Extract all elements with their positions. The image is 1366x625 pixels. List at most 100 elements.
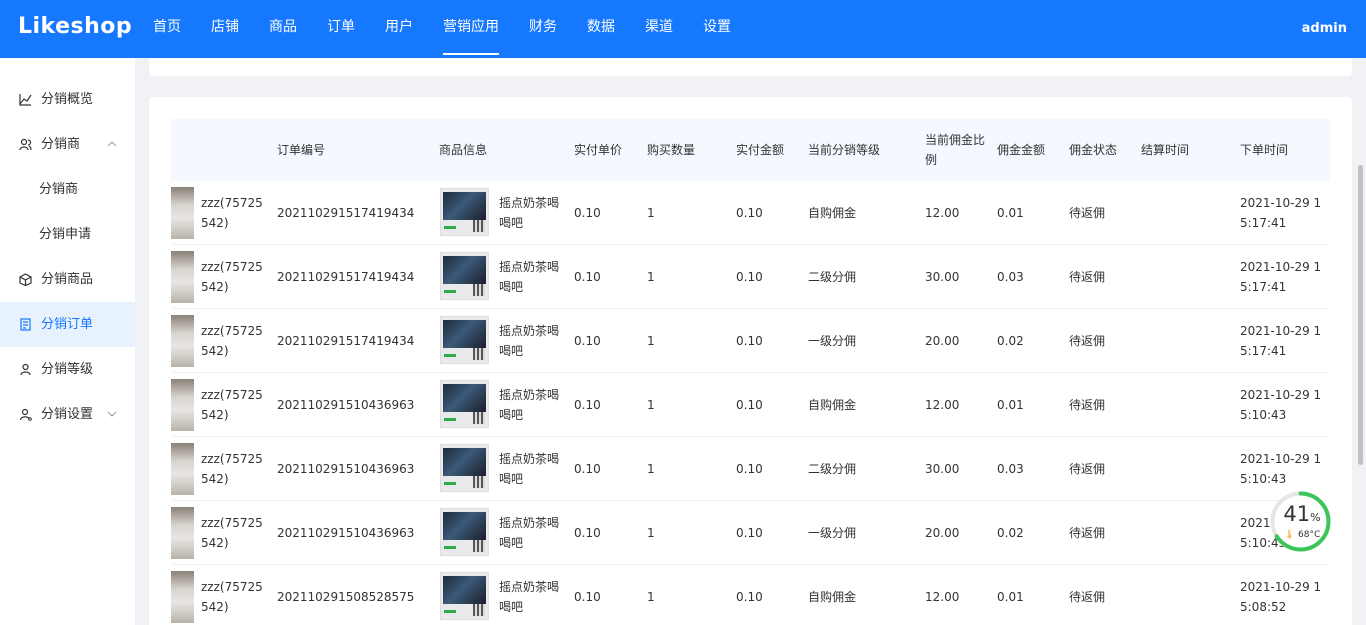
table-body: zzz(75725542) 202110291517419434 摇点奶茶喝喝吧 0.… — [171, 181, 1330, 625]
cell-order-time: 2021-10-29 15:08:52 — [1240, 580, 1322, 614]
top-bar: Likeshop 首页 店铺 商品 订单 用户 营销应用 财务 数据 渠道 设置 admin — [0, 0, 1366, 58]
sidebar-item-label: 分销申请 — [39, 227, 92, 242]
cell-level: 二级分佣 — [808, 462, 857, 476]
sidebar-item[interactable]: 分销申请 — [0, 212, 135, 257]
column-header: 佣金状态 — [1069, 143, 1118, 157]
nav-item[interactable]: 店铺 — [196, 0, 254, 58]
cell-status: 待返佣 — [1069, 334, 1106, 348]
cell-paid: 0.10 — [736, 334, 763, 348]
sidebar-item-label: 分销商品 — [41, 272, 94, 287]
cell-commission: 0.01 — [997, 590, 1024, 604]
table-row: zzz(75725542) 202110291517419434 摇点奶茶喝喝吧 0.… — [171, 309, 1330, 373]
chevron-down-icon — [107, 411, 117, 417]
cell-status: 待返佣 — [1069, 462, 1106, 476]
goods-name: 摇点奶茶喝喝吧 — [499, 388, 560, 422]
table-row: zzz(75725542) 202110291508528575 摇点奶茶喝喝吧 0.… — [171, 565, 1330, 625]
qr-code-icon — [473, 476, 485, 488]
cell-paid: 0.10 — [736, 526, 763, 540]
goods-photo — [443, 192, 486, 220]
gauge-temp-value: 68°C — [1298, 530, 1321, 540]
cell-ratio: 20.00 — [925, 334, 960, 348]
goods-tag — [444, 290, 456, 293]
gauge-temp: 🌡 68°C — [1279, 530, 1325, 540]
goods-photo — [443, 384, 486, 412]
nav-item[interactable]: 商品 — [254, 0, 312, 58]
sidebar-item[interactable]: 分销等级 — [0, 347, 135, 392]
goods-image — [440, 252, 489, 300]
sidebar-item[interactable]: 分销概览 — [0, 77, 135, 122]
cell-settle-time — [1141, 245, 1231, 309]
goods-photo — [443, 512, 486, 540]
sidebar: 分销概览 分销商 分销商 分销申请 分销商品 分销订单 分销等级 分销设置 — [0, 58, 135, 625]
gauge-percent-value: 41 — [1283, 502, 1311, 526]
sidebar-item[interactable]: 分销订单 — [0, 302, 135, 347]
cell-qty: 1 — [647, 590, 655, 604]
avatar — [171, 379, 194, 431]
goods-name: 摇点奶茶喝喝吧 — [499, 516, 560, 550]
nav-item[interactable]: 用户 — [370, 0, 428, 58]
sidebar-item-label: 分销商 — [39, 182, 79, 197]
logo[interactable]: Likeshop — [18, 14, 132, 39]
cell-ratio: 12.00 — [925, 206, 960, 220]
nav-item[interactable]: 数据 — [572, 0, 630, 58]
cell-ratio: 30.00 — [925, 270, 960, 284]
user-settings-icon — [19, 408, 32, 421]
sidebar-item[interactable]: 分销商 — [0, 122, 135, 167]
nav-item[interactable]: 财务 — [514, 0, 572, 58]
user-name: zzz(75725542) — [201, 260, 263, 294]
qr-code-icon — [473, 540, 485, 552]
qr-code-icon — [473, 412, 485, 424]
cell-price: 0.10 — [574, 270, 601, 284]
column-header: 实付金额 — [736, 143, 785, 157]
table-row: zzz(75725542) 202110291510436963 摇点奶茶喝喝吧 0.… — [171, 501, 1330, 565]
goods-image — [440, 508, 489, 556]
nav-item[interactable]: 营销应用 — [428, 0, 514, 58]
order-table: 订单编号 商品信息 实付单价 购买数量 实付金额 当前分销等级 当前佣金比例 佣金金额 佣金状态… — [171, 119, 1330, 625]
box-icon — [19, 273, 32, 286]
nav-item[interactable]: 设置 — [688, 0, 746, 58]
column-header: 当前分销等级 — [808, 143, 881, 157]
cell-order-no: 202110291510436963 — [277, 526, 415, 540]
avatar — [171, 187, 194, 239]
user-name: zzz(75725542) — [201, 196, 263, 230]
cell-settle-time — [1141, 501, 1231, 565]
user-name: zzz(75725542) — [201, 452, 263, 486]
user-name: zzz(75725542) — [201, 388, 263, 422]
column-header: 订单编号 — [277, 143, 326, 157]
cell-paid: 0.10 — [736, 462, 763, 476]
avatar — [171, 507, 194, 559]
sidebar-item[interactable]: 分销商 — [0, 167, 135, 212]
cell-settle-time — [1141, 181, 1231, 245]
cell-price: 0.10 — [574, 526, 601, 540]
cell-order-time: 2021-10-29 15:17:41 — [1240, 260, 1322, 294]
nav-item[interactable]: 订单 — [312, 0, 370, 58]
cell-ratio: 12.00 — [925, 398, 960, 412]
sidebar-item[interactable]: 分销商品 — [0, 257, 135, 302]
user-menu[interactable]: admin — [1302, 0, 1347, 57]
cell-ratio: 20.00 — [925, 526, 960, 540]
table-header: 订单编号 商品信息 实付单价 购买数量 实付金额 当前分销等级 当前佣金比例 佣金金额 佣金状态… — [171, 119, 1330, 181]
cell-qty: 1 — [647, 270, 655, 284]
column-header: 当前佣金比例 — [925, 133, 986, 167]
cell-commission: 0.01 — [997, 398, 1024, 412]
nav-item[interactable]: 首页 — [138, 0, 196, 58]
table-row: zzz(75725542) 202110291510436963 摇点奶茶喝喝吧 0.… — [171, 373, 1330, 437]
cell-qty: 1 — [647, 462, 655, 476]
column-header: 下单时间 — [1240, 143, 1289, 157]
scrollbar[interactable] — [1358, 165, 1363, 465]
sidebar-item[interactable]: 分销设置 — [0, 392, 135, 437]
table-row: zzz(75725542) 202110291517419434 摇点奶茶喝喝吧 0.… — [171, 181, 1330, 245]
goods-image — [440, 188, 489, 236]
cell-paid: 0.10 — [736, 270, 763, 284]
cell-status: 待返佣 — [1069, 590, 1106, 604]
cell-commission: 0.02 — [997, 334, 1024, 348]
cell-order-time: 2021-10-29 15:10:43 — [1240, 388, 1322, 422]
cell-price: 0.10 — [574, 590, 601, 604]
cell-commission: 0.02 — [997, 526, 1024, 540]
nav-item[interactable]: 渠道 — [630, 0, 688, 58]
goods-image — [440, 380, 489, 428]
goods-tag — [444, 354, 456, 357]
column-header: 商品信息 — [439, 143, 488, 157]
goods-tag — [444, 546, 456, 549]
cell-order-no: 202110291517419434 — [277, 270, 415, 284]
